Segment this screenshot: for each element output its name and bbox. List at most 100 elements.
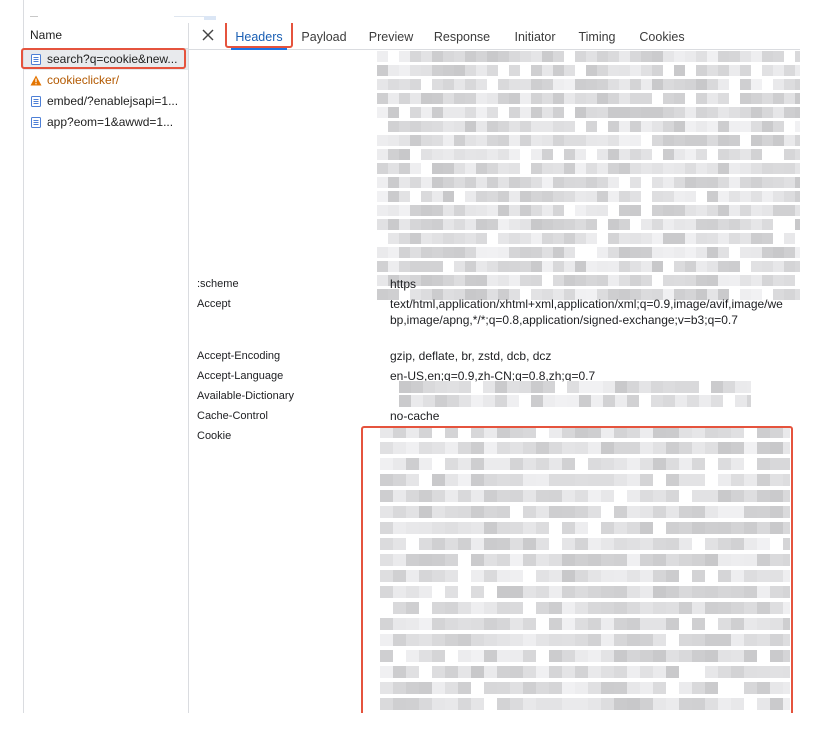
redaction-pixel xyxy=(476,65,487,76)
redaction-pixel xyxy=(740,247,751,258)
redaction-pixel xyxy=(483,395,495,407)
redaction-pixel xyxy=(675,395,687,407)
redaction-pixel xyxy=(575,51,586,62)
redaction-pixel xyxy=(630,177,641,188)
redaction-pixel xyxy=(795,205,800,216)
redaction-pixel xyxy=(476,135,487,146)
header-name: Cache-Control xyxy=(197,410,268,422)
redaction-pixel xyxy=(509,261,520,272)
redaction-pixel xyxy=(773,247,784,258)
request-row[interactable]: app?eom=1&awwd=1... xyxy=(24,112,188,133)
redaction-pixel xyxy=(795,51,800,62)
request-row[interactable]: embed/?enablejsapi=1... xyxy=(24,91,188,112)
header-name: :scheme xyxy=(197,278,239,290)
redaction-pixel xyxy=(487,51,498,62)
redaction-pixel xyxy=(531,79,542,90)
close-icon[interactable] xyxy=(200,27,216,43)
redaction-pixel xyxy=(542,247,553,258)
redaction-pixel xyxy=(399,205,410,216)
redaction-pixel xyxy=(454,51,465,62)
redaction-pixel xyxy=(630,79,641,90)
redaction-pixel xyxy=(795,247,800,258)
redaction-pixel xyxy=(411,395,423,407)
redaction-pixel xyxy=(531,247,542,258)
redaction-pixel xyxy=(553,107,564,118)
redaction-pixel xyxy=(740,79,751,90)
redaction-pixel xyxy=(495,395,507,407)
redaction-pixel xyxy=(520,205,531,216)
redaction-pixel xyxy=(487,205,498,216)
redaction-pixel xyxy=(399,163,410,174)
redaction-pixel xyxy=(652,219,663,230)
redaction-pixel xyxy=(542,79,553,90)
redaction-pixel xyxy=(696,205,707,216)
redaction-pixel xyxy=(410,163,421,174)
redaction-pixel xyxy=(641,65,652,76)
redaction-pixel xyxy=(674,261,685,272)
redaction-pixel xyxy=(707,135,718,146)
redaction-pixel xyxy=(421,233,432,244)
redaction-pixel xyxy=(795,219,800,230)
redaction-pixel xyxy=(597,51,608,62)
redaction-pixel xyxy=(465,191,476,202)
redaction-pixel xyxy=(685,261,696,272)
document-icon xyxy=(31,96,41,107)
redaction-pixel xyxy=(740,149,751,160)
redaction-pixel xyxy=(586,177,597,188)
request-row[interactable]: cookieclicker/ xyxy=(24,70,188,91)
redaction-pixel xyxy=(773,107,784,118)
redaction-pixel xyxy=(597,93,608,104)
redaction-pixel xyxy=(652,177,663,188)
redaction-pixel xyxy=(685,233,696,244)
redaction-pixel xyxy=(410,79,421,90)
tab-timing[interactable]: Timing xyxy=(575,23,619,49)
redaction-pixel xyxy=(476,247,487,258)
redaction-pixel xyxy=(498,135,509,146)
redaction-pixel xyxy=(586,121,597,132)
tab-response[interactable]: Response xyxy=(429,23,495,49)
redaction-pixel xyxy=(388,177,399,188)
redaction-pixel xyxy=(388,191,399,202)
redaction-pixel xyxy=(795,191,800,202)
redaction-pixel xyxy=(773,65,784,76)
redaction-pixel xyxy=(465,107,476,118)
redaction-pixel xyxy=(575,191,586,202)
redaction-pixel xyxy=(421,149,432,160)
redaction-pixel xyxy=(388,205,399,216)
redaction-pixel xyxy=(586,93,597,104)
warning-icon xyxy=(30,75,42,86)
redaction-pixel xyxy=(487,121,498,132)
tab-payload[interactable]: Payload xyxy=(297,23,351,49)
redaction-pixel xyxy=(399,79,410,90)
redaction-pixel xyxy=(531,233,542,244)
redaction-pixel xyxy=(718,79,729,90)
redaction-pixel xyxy=(685,177,696,188)
redaction-pixel xyxy=(685,205,696,216)
redaction-pixel xyxy=(641,107,652,118)
redaction-pixel xyxy=(729,121,740,132)
redaction-pixel xyxy=(498,191,509,202)
redaction-pixel xyxy=(795,135,800,146)
redaction-pixel xyxy=(591,395,603,407)
tab-preview[interactable]: Preview xyxy=(363,23,419,49)
redaction-pixel xyxy=(487,65,498,76)
tab-initiator[interactable]: Initiator xyxy=(506,23,564,49)
redaction-pixel xyxy=(597,163,608,174)
redaction-pixel xyxy=(674,121,685,132)
redaction-pixel xyxy=(509,93,520,104)
redaction-pixel xyxy=(619,205,630,216)
redaction-pixel xyxy=(663,79,674,90)
redaction-pixel xyxy=(740,177,751,188)
redaction-pixel xyxy=(608,219,619,230)
redaction-pixel xyxy=(399,261,410,272)
redaction-pixel xyxy=(423,381,435,393)
redaction-pixel xyxy=(542,93,553,104)
redaction-pixel xyxy=(615,395,627,407)
tab-cookies[interactable]: Cookies xyxy=(632,23,692,49)
redaction-pixel xyxy=(399,395,411,407)
redaction-pixel xyxy=(586,65,597,76)
redaction-pixel xyxy=(388,121,399,132)
redaction-pixel xyxy=(608,261,619,272)
name-column-header[interactable]: Name xyxy=(24,23,188,49)
redaction-pixel xyxy=(608,79,619,90)
